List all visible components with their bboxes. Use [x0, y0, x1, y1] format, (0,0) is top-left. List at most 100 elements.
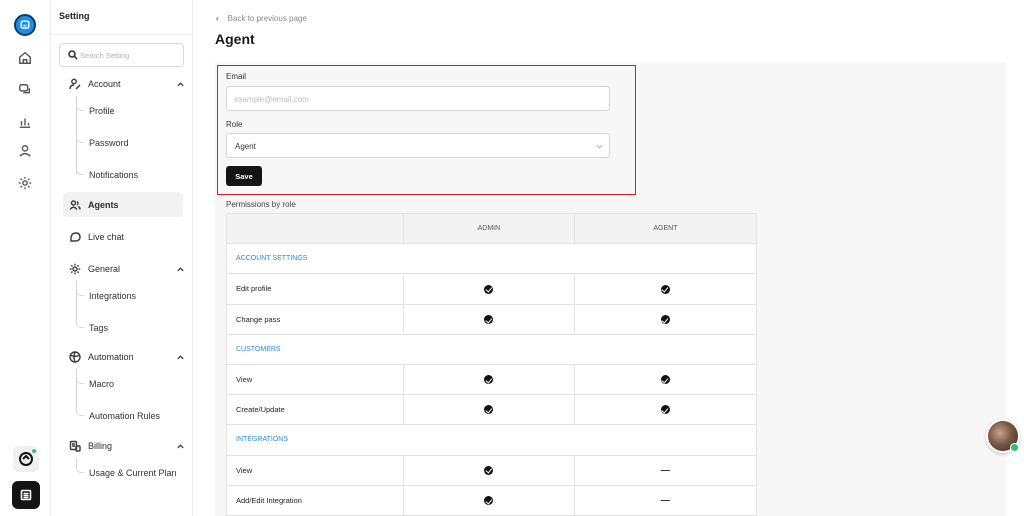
chevron-up-icon[interactable] [176, 353, 185, 362]
nav-group-label: Automation [88, 352, 134, 362]
section-row: INTEGRATIONS [226, 424, 757, 456]
admin-cell [403, 454, 575, 486]
users-icon [69, 200, 81, 210]
search-input[interactable] [80, 47, 178, 63]
section-title: ACCOUNT SETTINGS [226, 243, 757, 275]
nav-group-label: Account [88, 79, 121, 89]
role-label: Role [226, 120, 243, 129]
email-input[interactable] [234, 92, 594, 106]
online-status-dot [1010, 443, 1019, 452]
check-circle-icon [484, 284, 494, 294]
automation-icon [69, 351, 81, 363]
back-link[interactable]: ‹ Back to previous page [216, 14, 307, 23]
settings-icon[interactable] [14, 172, 36, 194]
table-row: Edit profile [226, 273, 758, 305]
header-cell-empty [226, 212, 404, 245]
nav-group-billing[interactable]: Billing [69, 438, 187, 454]
page-title: Agent [215, 31, 255, 47]
table-row: Change pass [226, 303, 758, 335]
sidebar-item-label: Password [89, 138, 129, 148]
save-button[interactable]: Save [226, 166, 262, 186]
check-circle-icon [660, 405, 670, 415]
agent-cell [573, 273, 758, 305]
column-header-admin: ADMIN [403, 212, 575, 245]
nav-item-label: Agents [88, 200, 119, 210]
sidebar-item-label: Profile [89, 106, 115, 116]
permission-name: Change pass [226, 303, 404, 335]
main-content: ‹Back to previous page Agent Email Role … [193, 0, 1024, 516]
nav-group-general[interactable]: General [69, 261, 187, 277]
role-value: Agent [235, 142, 256, 151]
nav-item-label: Live chat [88, 232, 125, 242]
icon-rail [0, 0, 51, 516]
chevron-up-icon[interactable] [176, 80, 185, 89]
chevron-left-icon: ‹ [216, 14, 219, 23]
sidebar-item-label: Tags [89, 323, 109, 333]
agent-cell: — [573, 454, 758, 486]
section-title: INTEGRATIONS [226, 424, 757, 456]
table-row: Add/Edit Integration — [226, 484, 758, 516]
nav-group-label: General [88, 264, 121, 274]
email-field[interactable] [226, 86, 610, 111]
table-row: Create/Update [226, 394, 758, 426]
chevron-down-icon [596, 144, 603, 149]
section-title: CUSTOMERS [226, 333, 757, 365]
nav-item-agents[interactable]: Agents [69, 197, 187, 213]
role-select[interactable]: Agent [226, 133, 610, 158]
form-highlight-box [217, 65, 636, 195]
section-row: CUSTOMERS [226, 333, 757, 365]
nav-item-live-chat[interactable]: Live chat [69, 229, 187, 245]
sidebar-divider [51, 34, 193, 35]
conversations-icon[interactable] [14, 79, 36, 101]
search-icon [68, 50, 78, 60]
sidebar-item-label: Notifications [89, 170, 139, 180]
dash-icon: — [660, 465, 670, 476]
sidebar-item-label: Macro [89, 379, 115, 389]
permissions-label: Permissions by role [226, 200, 296, 209]
table-header-row: ADMIN AGENT [226, 212, 758, 245]
agent-cell: — [573, 484, 758, 516]
online-dot [31, 448, 37, 454]
check-circle-icon [484, 405, 494, 415]
billing-icon [69, 440, 81, 452]
column-header-agent: AGENT [573, 212, 758, 245]
chat-widget-button[interactable] [13, 446, 39, 472]
email-label: Email [226, 72, 247, 81]
check-circle-icon [484, 465, 494, 475]
check-circle-icon [660, 375, 670, 385]
chevron-up-icon[interactable] [176, 442, 185, 451]
chevron-up-icon[interactable] [176, 265, 185, 274]
agent-cell [573, 394, 758, 426]
sidebar-title: Setting [59, 11, 90, 21]
sidebar-item-label: Integrations [89, 291, 137, 301]
agent-cell [573, 303, 758, 335]
user-avatar[interactable] [986, 419, 1020, 453]
check-circle-icon [660, 284, 670, 294]
check-circle-icon [484, 314, 494, 324]
permission-name: View [226, 363, 404, 396]
dash-icon: — [660, 495, 670, 506]
app-logo-icon[interactable] [14, 14, 36, 36]
permission-name: View [226, 454, 404, 486]
nav-group-label: Billing [88, 441, 113, 451]
permission-name: Add/Edit Integration [226, 484, 404, 516]
settings-sidebar: Setting Account Profile Password Notific… [51, 0, 193, 516]
nav-group-account[interactable]: Account [69, 76, 187, 92]
sidebar-item-label: Automation Rules [89, 411, 161, 421]
menu-button[interactable] [12, 481, 40, 509]
settings-search[interactable] [59, 43, 184, 67]
home-icon[interactable] [14, 47, 36, 69]
admin-cell [403, 303, 575, 335]
nav-group-automation[interactable]: Automation [69, 349, 187, 365]
permission-name: Create/Update [226, 394, 404, 426]
check-circle-icon [484, 496, 494, 506]
table-row: View [226, 363, 758, 396]
back-link-label: Back to previous page [227, 14, 307, 23]
section-row: ACCOUNT SETTINGS [226, 243, 757, 275]
gear-icon [69, 263, 81, 275]
contacts-icon[interactable] [14, 140, 36, 162]
permission-name: Edit profile [226, 273, 404, 305]
reports-icon[interactable] [14, 111, 36, 133]
agent-cell [573, 363, 758, 396]
table-row: View — [226, 454, 758, 486]
